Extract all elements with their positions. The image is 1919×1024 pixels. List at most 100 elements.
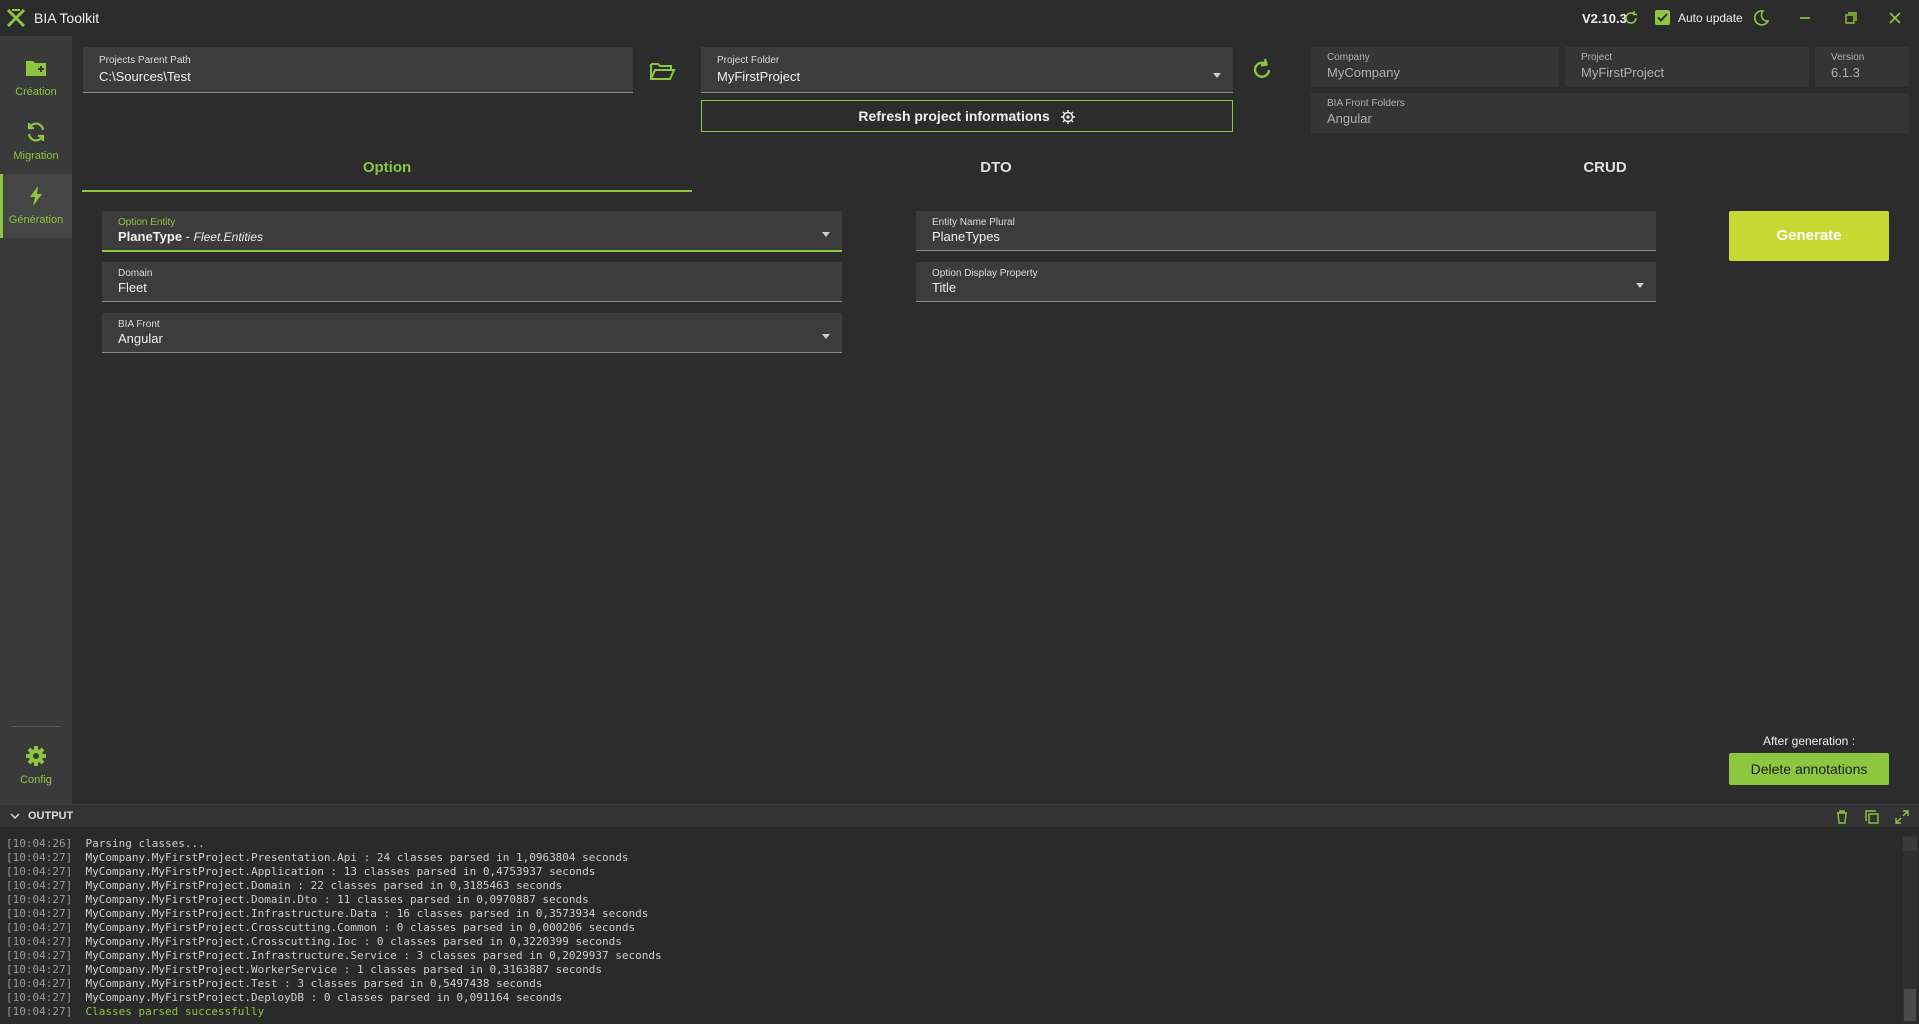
tab-crud[interactable]: CRUD: [1300, 152, 1910, 192]
project-folder-select[interactable]: Project Folder MyFirstProject: [701, 47, 1233, 93]
field-label: Project Folder: [717, 55, 780, 66]
log-message: MyCompany.MyFirstProject.Test : 3 classe…: [85, 977, 543, 990]
app-logo-icon: [6, 8, 26, 28]
option-entity-name: PlaneType: [118, 229, 183, 244]
log-message: MyCompany.MyFirstProject.Crosscutting.Io…: [85, 935, 622, 948]
open-folder-icon[interactable]: [648, 57, 676, 85]
domain-input[interactable]: Fleet: [118, 280, 147, 295]
log-timestamp: [10:04:27]: [6, 893, 73, 906]
log-line: [10:04:27] MyCompany.MyFirstProject.Infr…: [6, 949, 1886, 963]
tab-label: Option: [362, 159, 412, 176]
refresh-icon[interactable]: [1248, 56, 1276, 84]
expand-icon[interactable]: [1894, 809, 1910, 825]
version-info: Version 6.1.3: [1815, 47, 1909, 87]
output-panel: OUTPUT [10:04:26] Parsing classes... [10…: [0, 804, 1919, 1024]
log-timestamp: [10:04:27]: [6, 1005, 73, 1018]
log-message: MyCompany.MyFirstProject.Domain.Dto : 11…: [85, 893, 589, 906]
log-message: MyCompany.MyFirstProject.DeployDB : 0 cl…: [85, 991, 563, 1004]
log-line: [10:04:27] MyCompany.MyFirstProject.Doma…: [6, 893, 1886, 907]
projects-parent-path-input[interactable]: C:\Sources\Test: [99, 69, 191, 84]
tab-label: CRUD: [1583, 159, 1627, 176]
app-version: V2.10.3: [1582, 11, 1627, 26]
copy-icon[interactable]: [1864, 809, 1880, 825]
auto-update-checkbox[interactable]: [1655, 10, 1670, 25]
scroll-up-button[interactable]: [1903, 837, 1917, 851]
field-label: Version: [1831, 52, 1865, 63]
option-display-property-select[interactable]: Option Display Property Title: [916, 262, 1656, 302]
field-label: Domain: [118, 268, 153, 279]
theme-toggle-icon[interactable]: [1752, 9, 1770, 27]
entity-name-plural-field[interactable]: Entity Name Plural PlaneTypes: [916, 211, 1656, 251]
option-entity-separator: -: [182, 229, 194, 244]
log-timestamp: [10:04:27]: [6, 851, 73, 864]
sidebar-item-config[interactable]: Config: [0, 734, 72, 798]
field-label: Projects Parent Path: [99, 55, 191, 66]
after-generation-label: After generation :: [1762, 734, 1856, 748]
log-line: [10:04:27] MyCompany.MyFirstProject.Cros…: [6, 935, 1886, 949]
sidebar-item-label: Création: [15, 86, 57, 98]
log-timestamp: [10:04:27]: [6, 935, 73, 948]
log-line: [10:04:27] MyCompany.MyFirstProject.Test…: [6, 977, 1886, 991]
sidebar-item-migration[interactable]: Migration: [0, 110, 72, 174]
tab-dto[interactable]: DTO: [692, 152, 1300, 192]
chevron-down-icon: [1636, 283, 1644, 288]
projects-parent-path-field[interactable]: Projects Parent Path C:\Sources\Test: [83, 47, 633, 93]
tab-option[interactable]: Option: [82, 152, 692, 192]
project-folder-value: MyFirstProject: [717, 69, 801, 84]
sidebar-item-label: Config: [20, 774, 52, 786]
check-update-icon[interactable]: [1623, 10, 1639, 26]
chevron-down-icon: [822, 334, 830, 339]
log-line: [10:04:27] Classes parsed successfully: [6, 1005, 1886, 1019]
output-scrollbar[interactable]: [1903, 835, 1917, 1023]
log-line: [10:04:27] MyCompany.MyFirstProject.Cros…: [6, 921, 1886, 935]
output-title: OUTPUT: [28, 810, 74, 822]
log-line: [10:04:27] MyCompany.MyFirstProject.Doma…: [6, 879, 1886, 893]
generate-button[interactable]: Generate: [1729, 211, 1889, 261]
log-line: [10:04:26] Parsing classes...: [6, 837, 1886, 851]
log-timestamp: [10:04:27]: [6, 963, 73, 976]
sidebar: Création Migration Génération Config: [0, 36, 72, 804]
gear-icon: [26, 746, 46, 766]
scroll-thumb[interactable]: [1904, 989, 1916, 1021]
app-title: BIA Toolkit: [34, 10, 100, 26]
field-label: Company: [1327, 52, 1370, 63]
sidebar-item-generation[interactable]: Génération: [0, 174, 72, 238]
bia-front-value: Angular: [118, 331, 163, 346]
folder-plus-icon: [26, 61, 46, 76]
log-timestamp: [10:04:27]: [6, 977, 73, 990]
field-label: Option Entity: [118, 217, 176, 228]
version-value: 6.1.3: [1831, 65, 1860, 80]
log-timestamp: [10:04:27]: [6, 907, 73, 920]
option-entity-value: PlaneType - Fleet.Entities: [118, 229, 263, 244]
log-line: [10:04:27] MyCompany.MyFirstProject.Infr…: [6, 907, 1886, 921]
company-info: Company MyCompany: [1311, 47, 1559, 87]
delete-annotations-button[interactable]: Delete annotations: [1729, 753, 1889, 785]
close-button[interactable]: [1880, 6, 1910, 30]
output-header[interactable]: OUTPUT: [0, 805, 1919, 827]
log-message: MyCompany.MyFirstProject.Presentation.Ap…: [85, 851, 629, 864]
log-message: MyCompany.MyFirstProject.Infrastructure.…: [85, 949, 662, 962]
sidebar-item-creation[interactable]: Création: [0, 46, 72, 110]
entity-name-plural-input[interactable]: PlaneTypes: [932, 229, 1000, 244]
log-message: MyCompany.MyFirstProject.Crosscutting.Co…: [85, 921, 636, 934]
auto-update-label: Auto update: [1678, 11, 1743, 25]
log-timestamp: [10:04:27]: [6, 921, 73, 934]
field-label: BIA Front: [118, 319, 160, 330]
company-value: MyCompany: [1327, 65, 1400, 80]
minimize-button[interactable]: [1790, 6, 1820, 30]
log-timestamp: [10:04:26]: [6, 837, 73, 850]
domain-field[interactable]: Domain Fleet: [102, 262, 842, 302]
project-info: Project MyFirstProject: [1565, 47, 1809, 87]
bia-front-select[interactable]: BIA Front Angular: [102, 313, 842, 353]
trash-icon[interactable]: [1834, 809, 1850, 825]
refresh-project-info-button[interactable]: Refresh project informations: [701, 100, 1233, 132]
sidebar-divider: [12, 726, 60, 727]
log-timestamp: [10:04:27]: [6, 879, 73, 892]
option-entity-namespace: Fleet.Entities: [193, 230, 263, 244]
restore-button[interactable]: [1836, 6, 1866, 30]
chevron-down-icon: [1213, 73, 1221, 78]
chevron-down-icon[interactable]: [10, 812, 20, 820]
option-entity-select[interactable]: Option Entity PlaneType - Fleet.Entities: [102, 211, 842, 252]
tab-label: DTO: [980, 159, 1012, 176]
project-value: MyFirstProject: [1581, 65, 1665, 80]
